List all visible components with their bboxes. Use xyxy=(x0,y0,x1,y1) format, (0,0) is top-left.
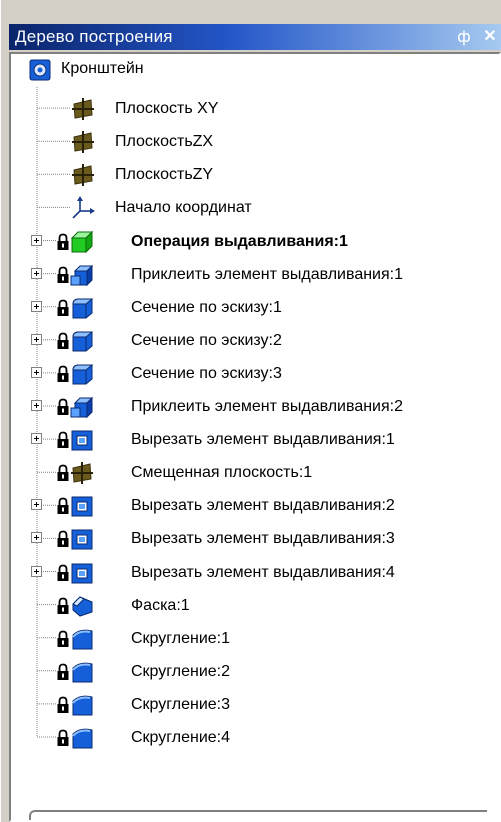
tree-item[interactable]: Операция выдавливания:1 xyxy=(11,227,499,257)
lock-icon xyxy=(57,597,69,614)
tree-item-label: ПлоскостьZX xyxy=(115,133,214,151)
tree-item[interactable]: Скругление:2 xyxy=(11,657,499,687)
lock-icon xyxy=(57,365,69,382)
lock-icon xyxy=(57,464,69,482)
plane-icon xyxy=(72,98,94,121)
plane-icon xyxy=(72,164,94,187)
tree-item[interactable]: Начало координат xyxy=(11,193,499,223)
tree-item-label: Скругление:3 xyxy=(131,695,231,713)
fillet-icon xyxy=(72,728,93,749)
cut-extrude-icon xyxy=(71,496,93,517)
tree-item[interactable]: Смещенная плоскость:1 xyxy=(11,458,499,488)
expand-toggle[interactable] xyxy=(31,499,42,511)
tree-item[interactable]: Фаска:1 xyxy=(11,591,499,621)
tree-root-label: Кронштейн xyxy=(61,60,144,77)
close-button[interactable]: ✕ xyxy=(481,27,499,47)
expand-toggle[interactable] xyxy=(31,366,42,378)
sweep-icon xyxy=(72,298,94,319)
tree-item[interactable]: ПлоскостьZY xyxy=(11,160,499,190)
assembly-part-icon xyxy=(29,59,51,81)
tree-item-label: Вырезать элемент выдавливания:1 xyxy=(131,431,395,449)
lock-icon xyxy=(57,299,69,316)
tree-item-label: Начало координат xyxy=(115,199,252,217)
cut-extrude-icon xyxy=(71,430,93,451)
panel-titlebar[interactable]: Дерево построения ф ✕ xyxy=(9,24,501,50)
tree-item-label: Вырезать элемент выдавливания:4 xyxy=(131,563,395,581)
expand-toggle[interactable] xyxy=(31,400,42,411)
tree-item[interactable]: Плоскость XY xyxy=(11,94,499,124)
tree-item[interactable]: Сечение по эскизу:3 xyxy=(11,359,499,389)
chamfer-icon xyxy=(72,595,93,617)
tree-item[interactable]: Приклеить элемент выдавливания:2 xyxy=(11,392,499,422)
expand-toggle[interactable] xyxy=(31,433,42,445)
tree-item[interactable]: Скругление:3 xyxy=(11,690,499,720)
tree-item[interactable]: Приклеить элемент выдавливания:1 xyxy=(11,260,499,290)
lock-icon xyxy=(57,332,69,349)
feature-tree: Кронштейн Плоскость XY ПлоскостьZX Плоск… xyxy=(9,52,501,822)
plane-icon xyxy=(71,462,93,485)
fillet-icon xyxy=(72,662,93,683)
tree-item-label: Сечение по эскизу:3 xyxy=(131,364,282,382)
fillet-icon xyxy=(72,629,93,650)
lock-icon xyxy=(57,431,69,449)
tree-item-label: Приклеить элемент выдавливания:2 xyxy=(131,398,403,415)
lock-icon xyxy=(57,696,69,713)
expand-toggle[interactable] xyxy=(31,300,42,312)
tree-item-label: Скругление:1 xyxy=(131,629,231,647)
tree-item-label: Скругление:2 xyxy=(131,662,231,680)
sweep-icon xyxy=(72,364,94,385)
lock-icon xyxy=(57,266,69,283)
cut-extrude-icon xyxy=(71,529,93,550)
tree-item-label: Фаска:1 xyxy=(131,596,190,614)
lock-icon xyxy=(57,497,69,515)
tree-item-label: Вырезать элемент выдавливания:3 xyxy=(131,530,395,548)
boss-extrude-icon xyxy=(70,396,94,419)
expand-toggle[interactable] xyxy=(31,267,42,279)
sweep-icon xyxy=(72,331,94,352)
boss-extrude-icon xyxy=(70,264,94,286)
tree-item[interactable]: ПлоскостьZX xyxy=(11,127,499,157)
lock-icon xyxy=(57,233,69,250)
tree-item-label: Смещенная плоскость:1 xyxy=(131,464,313,482)
panel-title: Дерево построения xyxy=(15,27,173,46)
fillet-icon xyxy=(72,695,93,716)
lock-icon xyxy=(57,398,69,415)
tree-item[interactable]: Сечение по эскизу:2 xyxy=(11,326,499,356)
expand-toggle[interactable] xyxy=(31,532,42,544)
tree-item[interactable]: Вырезать элемент выдавливания:2 xyxy=(11,491,499,521)
lock-icon xyxy=(57,630,69,647)
cut-extrude-icon xyxy=(71,563,93,583)
tree-item[interactable]: Скругление:1 xyxy=(11,624,499,654)
tree-item[interactable]: Вырезать элемент выдавливания:1 xyxy=(11,425,499,455)
horizontal-scrollbar-edge xyxy=(29,810,487,820)
tree-item-label: Сечение по эскизу:1 xyxy=(131,298,282,316)
expand-toggle[interactable] xyxy=(31,333,42,345)
tree-item[interactable]: Сечение по эскизу:1 xyxy=(11,293,499,323)
tree-item-label: Скругление:4 xyxy=(131,729,231,746)
pin-button[interactable]: ф xyxy=(455,27,473,47)
tree-item[interactable]: Скругление:4 xyxy=(11,723,499,753)
lock-icon xyxy=(57,729,69,746)
tree-item-label: ПлоскостьZY xyxy=(115,166,214,184)
tree-item-label: Вырезать элемент выдавливания:2 xyxy=(131,497,395,515)
origin-axes-icon xyxy=(72,196,95,219)
tree-item-label: Сечение по эскизу:2 xyxy=(131,331,282,349)
tree-item[interactable]: Вырезать элемент выдавливания:3 xyxy=(11,524,499,554)
tree-item-label: Плоскость XY xyxy=(115,100,219,118)
extrude-base-icon xyxy=(70,230,94,253)
lock-icon xyxy=(57,663,69,680)
lock-icon xyxy=(57,564,69,581)
feature-tree-panel: Дерево построения ф ✕ Кронштейн Плоскост… xyxy=(0,0,501,822)
expand-toggle[interactable] xyxy=(31,565,42,577)
expand-toggle[interactable] xyxy=(31,234,42,246)
tree-root-item[interactable]: Кронштейн xyxy=(11,54,499,84)
tree-item-label: Приклеить элемент выдавливания:1 xyxy=(131,265,403,283)
lock-icon xyxy=(57,530,69,548)
tree-item[interactable]: Вырезать элемент выдавливания:4 xyxy=(11,558,499,588)
tree-item-label: Операция выдавливания:1 xyxy=(131,232,348,250)
plane-icon xyxy=(72,131,94,154)
